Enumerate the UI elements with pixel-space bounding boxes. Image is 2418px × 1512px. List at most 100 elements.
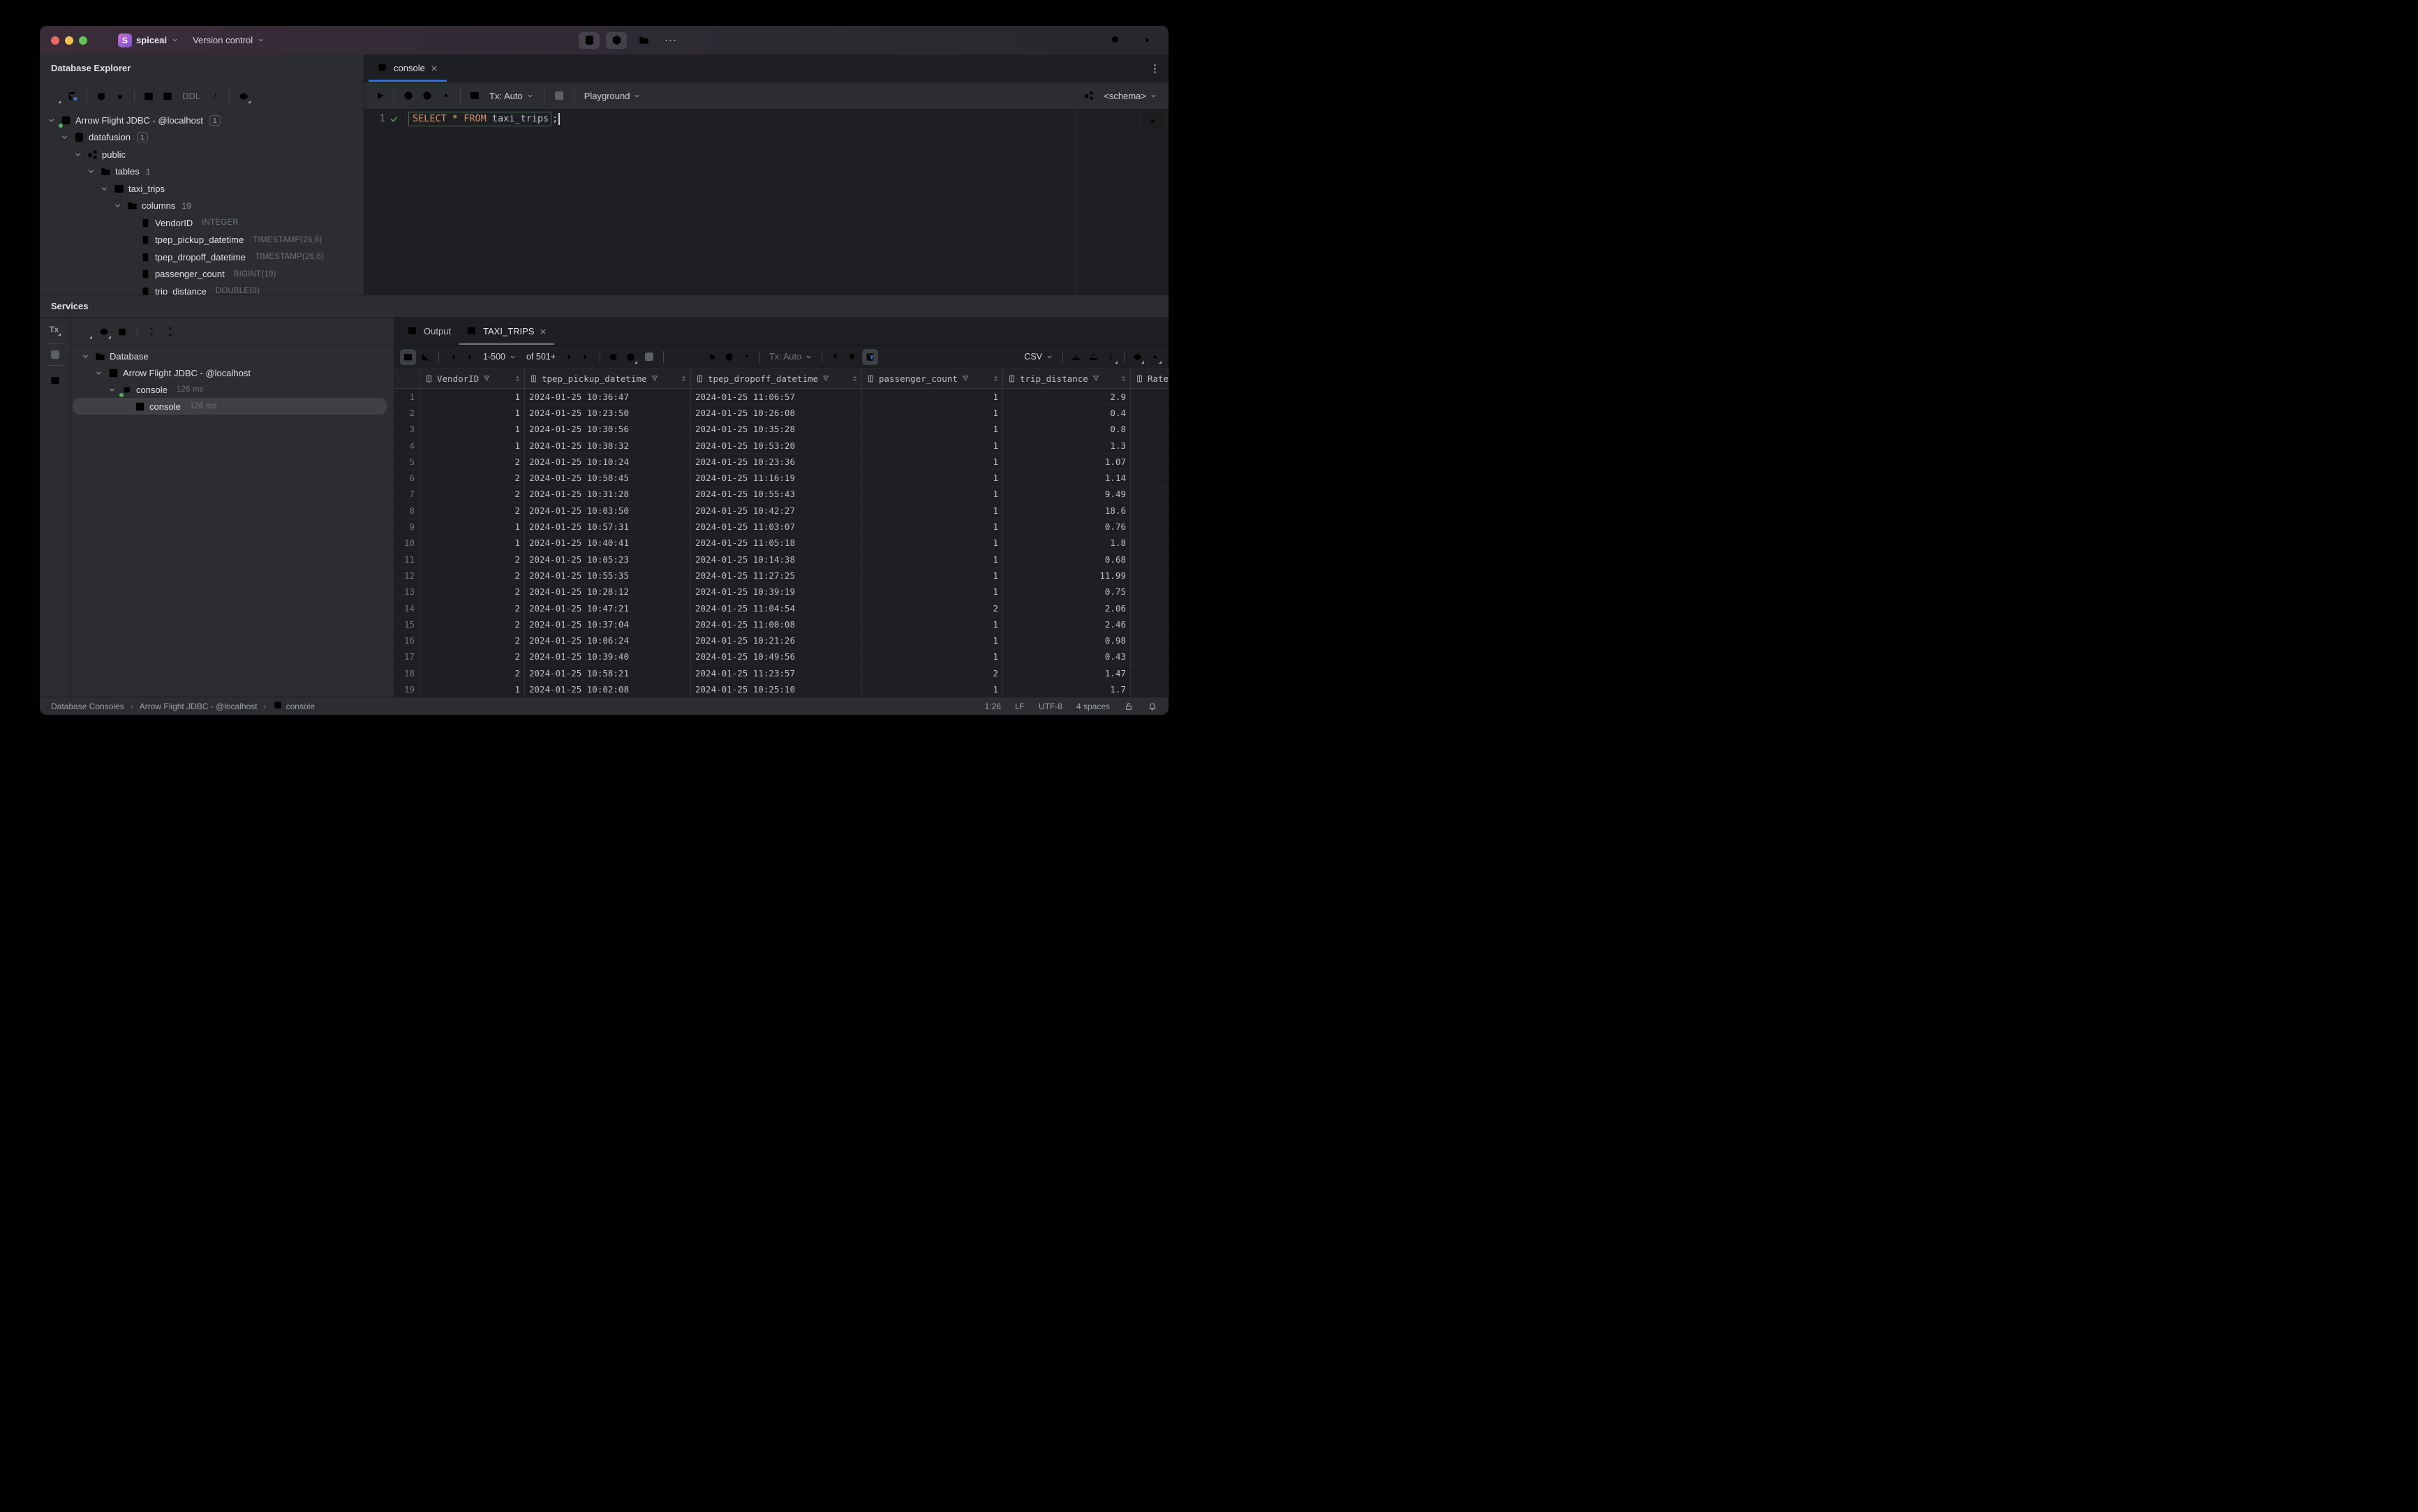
- cell[interactable]: 1.14: [1003, 470, 1131, 486]
- cell[interactable]: 2024-01-25 10:39:40: [525, 648, 691, 665]
- row-number[interactable]: 11: [394, 551, 420, 568]
- cell[interactable]: [1131, 503, 1169, 519]
- cell[interactable]: 2024-01-25 10:14:38: [691, 551, 862, 568]
- cell[interactable]: 2: [862, 600, 1003, 616]
- tree-item-tpep-pickup-datetime[interactable]: tpep_pickup_datetime TIMESTAMP(26,6): [40, 232, 364, 249]
- schema-icon[interactable]: [1081, 87, 1097, 104]
- cell[interactable]: 2024-01-25 10:42:27: [691, 503, 862, 519]
- cell[interactable]: [1131, 454, 1169, 470]
- cell[interactable]: 2024-01-25 11:00:08: [691, 616, 862, 632]
- row-number[interactable]: 1: [394, 389, 420, 405]
- cell[interactable]: 1.8: [1003, 535, 1131, 551]
- tree-item-passenger-count[interactable]: passenger_count BIGINT(19): [40, 266, 364, 283]
- cell[interactable]: 2024-01-25 10:26:08: [691, 405, 862, 421]
- import-mappings-icon[interactable]: [207, 88, 223, 105]
- file-encoding[interactable]: UTF-8: [1039, 702, 1062, 711]
- cell[interactable]: 1: [420, 389, 525, 405]
- tx-behavior-icon[interactable]: Tx: [48, 325, 62, 337]
- open-table-icon[interactable]: [159, 88, 176, 105]
- cell[interactable]: 1: [862, 681, 1003, 697]
- cell[interactable]: [1131, 470, 1169, 486]
- cell[interactable]: 1: [862, 437, 1003, 454]
- cell[interactable]: 2: [420, 470, 525, 486]
- row-number[interactable]: 2: [394, 405, 420, 421]
- tree-item-datafusion[interactable]: datafusion 1: [40, 129, 364, 147]
- tx-mode-label[interactable]: Tx: Auto: [765, 352, 817, 362]
- tree-item-console[interactable]: console 126 ms: [73, 398, 387, 415]
- stop-icon[interactable]: [554, 91, 563, 100]
- cell[interactable]: 1: [420, 535, 525, 551]
- cell[interactable]: 2024-01-25 10:02:08: [525, 681, 691, 697]
- cell[interactable]: 2: [420, 584, 525, 600]
- cell[interactable]: 2024-01-25 10:25:10: [691, 681, 862, 697]
- schema-select-label[interactable]: <schema>: [1099, 91, 1162, 101]
- cell[interactable]: 1: [862, 519, 1003, 535]
- filter-icon[interactable]: [1092, 374, 1100, 383]
- row-number[interactable]: 17: [394, 648, 420, 665]
- cell[interactable]: 0.8: [1003, 421, 1131, 437]
- cell[interactable]: 2024-01-25 10:39:19: [691, 584, 862, 600]
- row-number[interactable]: 19: [394, 681, 420, 697]
- grid-settings-icon[interactable]: [1147, 349, 1163, 365]
- cell[interactable]: 1: [862, 421, 1003, 437]
- filter-icon[interactable]: [822, 374, 830, 383]
- cell[interactable]: [1131, 665, 1169, 681]
- cell[interactable]: 2: [420, 616, 525, 632]
- ddl-label[interactable]: DDL: [178, 91, 205, 101]
- cell[interactable]: 2024-01-25 10:05:23: [525, 551, 691, 568]
- cell[interactable]: 2024-01-25 11:05:18: [691, 535, 862, 551]
- cell[interactable]: 2024-01-25 10:23:50: [525, 405, 691, 421]
- sql-editor[interactable]: 1 SELECT * FROM taxi_trips ;: [364, 110, 1169, 295]
- refresh-icon[interactable]: [93, 88, 110, 105]
- cell[interactable]: 2024-01-25 10:47:21: [525, 600, 691, 616]
- cell[interactable]: 2: [420, 648, 525, 665]
- cell[interactable]: 2024-01-25 11:27:25: [691, 568, 862, 584]
- ide-settings-icon[interactable]: [1136, 32, 1157, 49]
- cell[interactable]: [1131, 519, 1169, 535]
- cell[interactable]: [1131, 616, 1169, 632]
- project-files-icon[interactable]: [633, 32, 654, 49]
- row-number[interactable]: 4: [394, 437, 420, 454]
- cell[interactable]: [1131, 535, 1169, 551]
- export-data-icon[interactable]: [1085, 349, 1102, 365]
- cell[interactable]: 2024-01-25 10:31:28: [525, 486, 691, 503]
- row-number[interactable]: 18: [394, 665, 420, 681]
- cell[interactable]: 1.7: [1003, 681, 1131, 697]
- services-layout-icon[interactable]: [47, 372, 64, 389]
- tab-console[interactable]: console: [369, 54, 447, 82]
- tree-item-database[interactable]: Database: [73, 348, 394, 364]
- cell[interactable]: 18.6: [1003, 503, 1131, 519]
- column-header-tpep-dropoff-datetime[interactable]: tpep_dropoff_datetime: [691, 369, 862, 388]
- execute-icon[interactable]: [371, 87, 388, 104]
- cell[interactable]: 2.9: [1003, 389, 1131, 405]
- tree-item-console[interactable]: console 126 ms: [73, 381, 394, 398]
- new-item-icon[interactable]: [45, 88, 62, 105]
- cell[interactable]: 1: [862, 389, 1003, 405]
- row-number[interactable]: 6: [394, 470, 420, 486]
- tree-item-public[interactable]: public: [40, 146, 364, 163]
- cell[interactable]: 2024-01-25 10:21:26: [691, 632, 862, 648]
- cell[interactable]: 2024-01-25 10:49:56: [691, 648, 862, 665]
- cell[interactable]: 2024-01-25 10:23:36: [691, 454, 862, 470]
- cell[interactable]: 2: [420, 503, 525, 519]
- filter-panel-icon[interactable]: [861, 348, 878, 365]
- sort-icon[interactable]: [680, 375, 688, 383]
- vcs-widget[interactable]: Version control: [193, 35, 265, 45]
- cell[interactable]: 1: [862, 632, 1003, 648]
- search-everywhere-icon[interactable]: [1105, 32, 1126, 49]
- project-widget[interactable]: S spiceai: [118, 33, 179, 47]
- breadcrumb-item-console[interactable]: console: [273, 700, 315, 712]
- cell[interactable]: 1.47: [1003, 665, 1131, 681]
- sql-statement[interactable]: SELECT * FROM taxi_trips ;: [406, 111, 560, 126]
- first-page-icon[interactable]: [444, 349, 460, 365]
- chevron-down-icon[interactable]: [93, 369, 104, 378]
- chevron-down-icon[interactable]: [59, 133, 70, 142]
- cell[interactable]: 2: [420, 632, 525, 648]
- cell[interactable]: 2024-01-25 11:23:57: [691, 665, 862, 681]
- view-options-icon[interactable]: [235, 88, 252, 105]
- caret-position[interactable]: 1:26: [985, 702, 1001, 711]
- notifications-icon[interactable]: [1148, 702, 1157, 711]
- cell[interactable]: 0.68: [1003, 551, 1131, 568]
- indent-style[interactable]: 4 spaces: [1076, 702, 1110, 711]
- column-header-passenger-count[interactable]: passenger_count: [862, 369, 1003, 388]
